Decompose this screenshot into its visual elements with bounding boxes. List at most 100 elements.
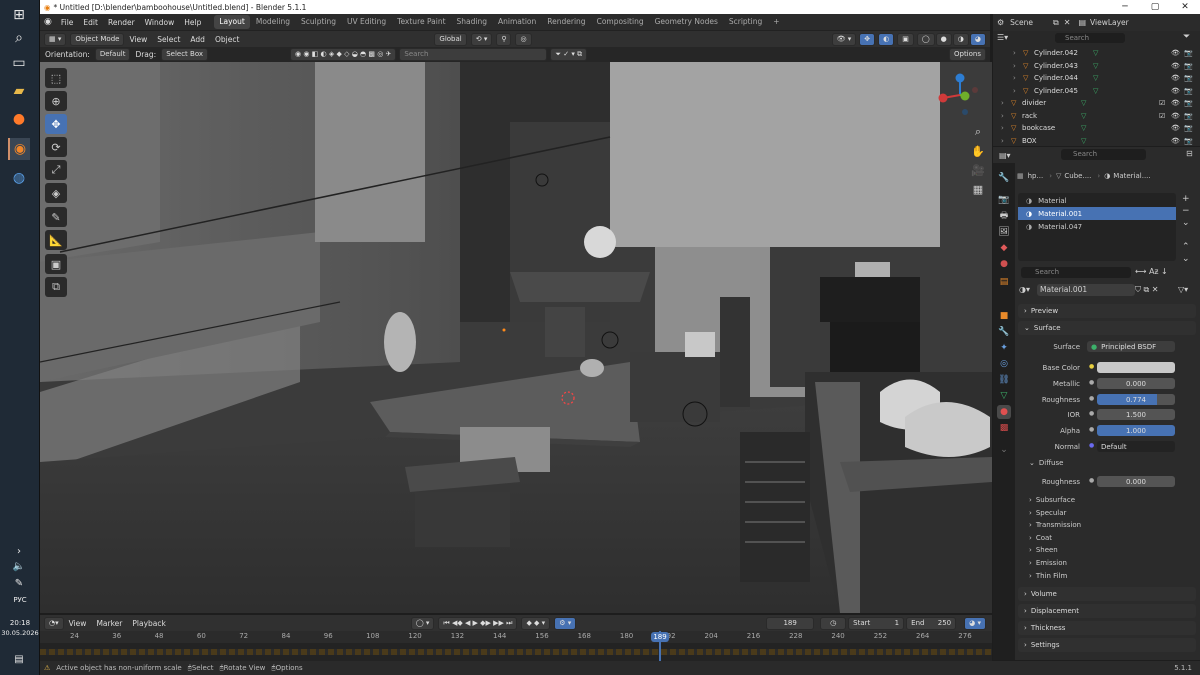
param-field[interactable]: 1.500: [1097, 409, 1175, 420]
tab-scripting[interactable]: Scripting: [724, 15, 767, 29]
render-tab-icon[interactable]: 📷: [997, 193, 1011, 207]
surface-section[interactable]: ⌄ Surface: [1018, 321, 1196, 335]
particles-tab-icon[interactable]: ✦: [997, 341, 1011, 355]
link-dropdown-icon[interactable]: ▽▾: [1178, 285, 1188, 294]
transform-tool[interactable]: ◈: [45, 183, 67, 203]
expand-chevron-icon[interactable]: ›: [1013, 87, 1016, 95]
tab-animation[interactable]: Animation: [493, 15, 541, 29]
camera-icon[interactable]: 📷: [1184, 112, 1193, 120]
auto-key-toggle[interactable]: ◯ ▾: [410, 616, 435, 630]
slot-sort-icons[interactable]: ⟷ Aᵶ ↓: [1135, 267, 1168, 276]
blender-taskbar-icon[interactable]: ◉: [8, 138, 30, 160]
subpanel-sheen[interactable]: › Sheen: [1029, 544, 1058, 556]
cursor-tool[interactable]: ⊕: [45, 91, 67, 111]
search-icon[interactable]: ⌕: [8, 27, 30, 49]
param-field[interactable]: 0.774: [1097, 394, 1175, 405]
camera-icon[interactable]: 📷: [1184, 137, 1193, 145]
select-menu[interactable]: Select: [152, 31, 185, 48]
tab-compositing[interactable]: Compositing: [592, 15, 649, 29]
chrome-icon[interactable]: ◍: [8, 167, 30, 189]
diffuse-roughness-field[interactable]: 0.000: [1097, 476, 1175, 487]
camera-clip-toggle[interactable]: ◕ ▾: [964, 616, 986, 630]
pin-icon[interactable]: ⊟: [1186, 149, 1193, 158]
material-actions-icons[interactable]: ⛉ ⧉ ✕: [1135, 285, 1159, 295]
outliner-filter-icon[interactable]: ⏷: [1183, 32, 1190, 42]
add-cube-tool[interactable]: ▣: [45, 254, 67, 274]
subpanel-thin-film[interactable]: › Thin Film: [1029, 570, 1067, 582]
subpanel-emission[interactable]: › Emission: [1029, 557, 1067, 569]
menu-file[interactable]: File: [56, 14, 79, 31]
expand-chevron-icon[interactable]: ›: [1013, 49, 1016, 57]
language-indicator[interactable]: РУС: [0, 596, 40, 604]
material-tab-icon[interactable]: ●: [997, 405, 1011, 419]
visibility-dropdown[interactable]: 👁 ▾: [831, 32, 857, 46]
outliner-row[interactable]: › ▽ Cylinder.045 ▽ 👁 📷: [993, 85, 1200, 98]
tab-texture-paint[interactable]: Texture Paint: [392, 15, 450, 29]
physics-tab-icon[interactable]: ◎: [997, 357, 1011, 371]
select-box-tool[interactable]: ⬚: [45, 68, 67, 88]
object-menu[interactable]: Object: [210, 31, 244, 48]
outliner-search-field[interactable]: Search: [1055, 33, 1125, 43]
delete-scene-icon[interactable]: ✕: [1064, 18, 1071, 27]
subpanel-specular[interactable]: › Specular: [1029, 507, 1066, 519]
param-field[interactable]: 1.000: [1097, 425, 1175, 436]
outliner-row[interactable]: › ▽ rack ▽ ☑ 👁 📷: [993, 110, 1200, 123]
tab-uv-editing[interactable]: UV Editing: [342, 15, 391, 29]
perspective-toggle-icon[interactable]: ▦: [970, 181, 986, 197]
surface-shader-field[interactable]: ● Principled BSDF: [1087, 341, 1175, 352]
add-menu[interactable]: Add: [185, 31, 210, 48]
expand-chevron-icon[interactable]: ›: [1001, 112, 1004, 120]
preview-section[interactable]: › Preview: [1018, 304, 1196, 318]
outliner-row[interactable]: › ▽ bookcase ▽ 👁 📷: [993, 122, 1200, 135]
extrude-tool[interactable]: ⧉: [45, 277, 67, 297]
notifications-icon[interactable]: ▤: [8, 648, 30, 670]
expand-chevron-icon[interactable]: ›: [1013, 62, 1016, 70]
param-field[interactable]: [1097, 362, 1175, 373]
menu-window[interactable]: Window: [140, 14, 180, 31]
eye-icon[interactable]: 👁: [1171, 74, 1180, 82]
subpanel-subsurface[interactable]: › Subsurface: [1029, 494, 1075, 506]
keyframe-strip[interactable]: [40, 649, 992, 655]
volume-section[interactable]: › Volume: [1018, 587, 1196, 601]
navigation-gizmo[interactable]: [935, 70, 985, 120]
scale-tool[interactable]: ⤢: [45, 160, 67, 180]
material-browse-icon[interactable]: ◑▾: [1019, 285, 1030, 294]
tab-layout[interactable]: Layout: [214, 15, 250, 29]
close-button[interactable]: ✕: [1170, 0, 1200, 14]
world-tab-icon[interactable]: ●: [997, 257, 1011, 271]
tab-modeling[interactable]: Modeling: [251, 15, 295, 29]
viewlayer-icon[interactable]: ▤: [1078, 18, 1086, 27]
camera-icon[interactable]: 📷: [1184, 99, 1193, 107]
expand-chevron-icon[interactable]: ›: [1001, 99, 1004, 107]
data-tab-icon[interactable]: ▽: [997, 389, 1011, 403]
measure-tool[interactable]: 📐: [45, 230, 67, 250]
end-frame-field[interactable]: End 250: [906, 616, 957, 630]
timeline-playback-menu[interactable]: Playback: [127, 615, 170, 632]
viewlayer-name[interactable]: ViewLayer: [1090, 18, 1129, 27]
rendered-shading[interactable]: ◕: [969, 32, 986, 46]
frame-ruler[interactable]: 2436486072849610812013214415616818019220…: [40, 631, 992, 643]
drag-dropdown[interactable]: Select Box: [161, 48, 209, 61]
playback-controls[interactable]: ⏮ ◀◆ ◀ ▶ ◆▶ ▶▶ ⏭: [438, 616, 518, 630]
eye-icon[interactable]: 👁: [1171, 99, 1180, 107]
properties-search-input[interactable]: Search: [1061, 149, 1146, 160]
expand-chevron-icon[interactable]: ›: [1013, 74, 1016, 82]
eye-icon[interactable]: 👁: [1171, 87, 1180, 95]
view-layer-tab-icon[interactable]: 🖼: [997, 225, 1011, 239]
add-workspace-button[interactable]: +: [768, 15, 784, 29]
outliner-search-input[interactable]: Search: [399, 48, 548, 61]
material-shading[interactable]: ◑: [952, 32, 969, 46]
more-tabs-icon[interactable]: ⌄: [997, 443, 1011, 457]
minimize-button[interactable]: ─: [1110, 0, 1140, 14]
options-dropdown[interactable]: Options: [948, 48, 986, 61]
eye-icon[interactable]: 👁: [1171, 124, 1180, 132]
expand-chevron-icon[interactable]: ›: [1001, 124, 1004, 132]
file-explorer-icon[interactable]: ▰: [8, 80, 30, 102]
tool-tab-icon[interactable]: 🔧: [997, 171, 1011, 185]
preview-range-toggle[interactable]: ◷: [820, 616, 847, 630]
menu-help[interactable]: Help: [179, 14, 206, 31]
gizmo-toggle[interactable]: ✥: [859, 32, 876, 46]
displacement-section[interactable]: › Displacement: [1018, 604, 1196, 618]
sync-toggle[interactable]: ⚙ ▾: [554, 616, 577, 630]
current-frame-field[interactable]: 189: [766, 616, 815, 630]
